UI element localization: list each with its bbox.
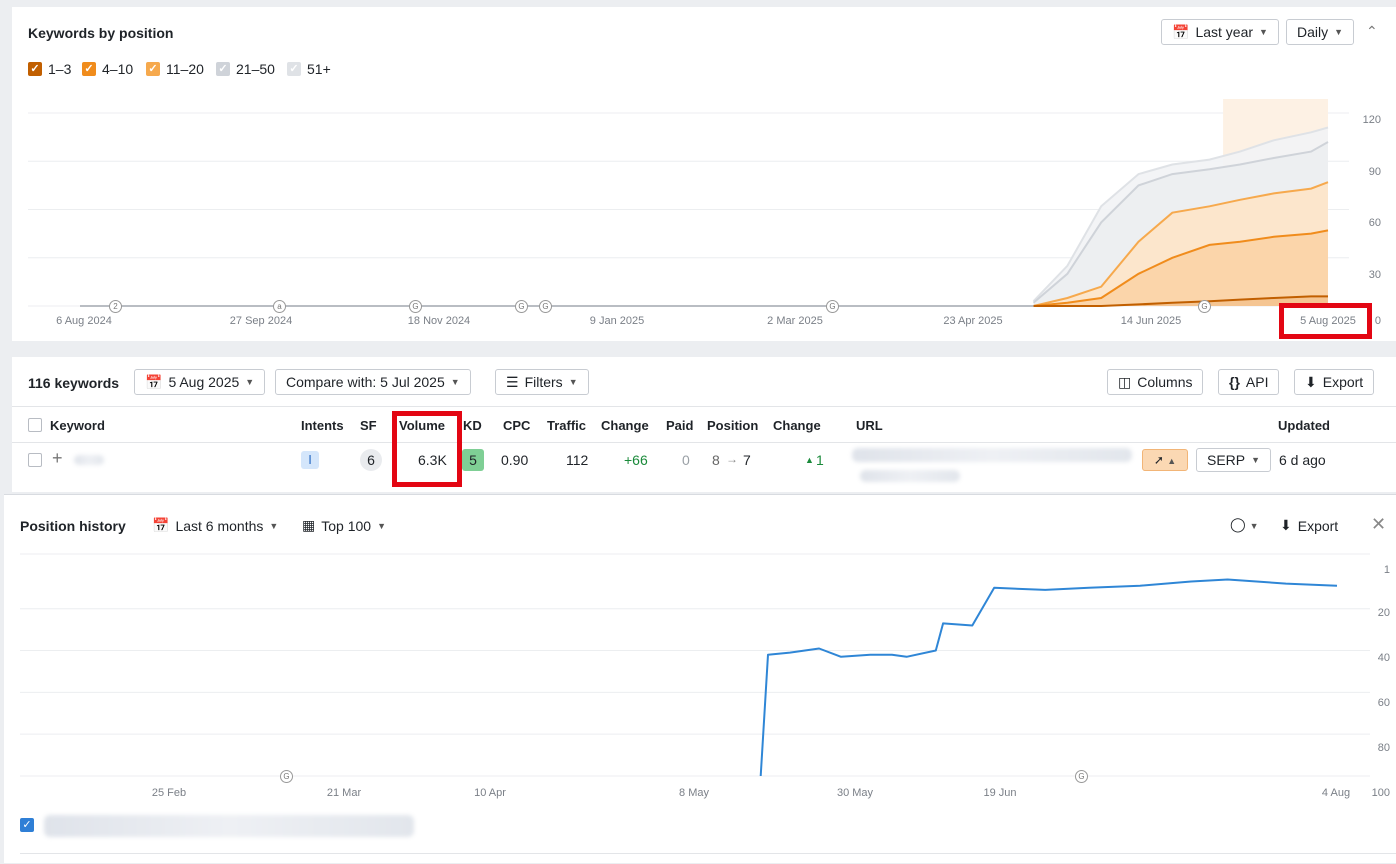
event-marker-icon: G bbox=[539, 300, 552, 313]
event-marker-icon: 2 bbox=[109, 300, 122, 313]
y-tick-label: 20 bbox=[1377, 607, 1390, 619]
filters-button[interactable]: ☰ Filters ▼ bbox=[495, 369, 589, 395]
url-text-blurred-2[interactable] bbox=[860, 470, 960, 482]
series-checkbox[interactable]: ✓ bbox=[20, 818, 34, 832]
y-tick-label: 120 bbox=[1362, 114, 1381, 126]
y-tick-label: 80 bbox=[1377, 742, 1390, 754]
braces-icon: {} bbox=[1229, 374, 1240, 390]
keyword-count: 116 keywords bbox=[28, 375, 120, 391]
chevron-down-icon: ▼ bbox=[1251, 455, 1261, 465]
header-updated[interactable]: Updated bbox=[1278, 418, 1330, 433]
header-keyword[interactable]: Keyword bbox=[50, 418, 105, 433]
select-all-checkbox[interactable] bbox=[28, 418, 42, 432]
columns-button[interactable]: ◫ Columns bbox=[1107, 369, 1204, 395]
event-marker-icon: G bbox=[515, 300, 528, 313]
y-tick-label: 40 bbox=[1377, 652, 1390, 664]
position-history-panel: Position history 📅 Last 6 months ▼ ▦ Top… bbox=[4, 494, 1396, 863]
filter-icon: ☰ bbox=[506, 373, 519, 390]
event-marker-icon: G bbox=[826, 300, 839, 313]
header-position[interactable]: Position bbox=[707, 418, 758, 433]
keywords-by-position-panel: Keywords by position 📅 Last year ▼ Daily… bbox=[12, 7, 1396, 341]
kd-badge: 5 bbox=[462, 449, 484, 471]
triangle-up-icon: ▲ bbox=[805, 455, 814, 465]
event-marker-icon: G bbox=[409, 300, 422, 313]
header-change[interactable]: Change bbox=[601, 418, 649, 433]
serp-button[interactable]: SERP ▼ bbox=[1196, 448, 1272, 472]
x-tick-label: 4 Aug bbox=[1321, 787, 1351, 799]
keyword-text-blurred[interactable] bbox=[74, 455, 104, 465]
y-tick-label: 90 bbox=[1368, 166, 1381, 178]
x-tick-label: 18 Nov 2024 bbox=[407, 315, 471, 327]
keywords-area-chart bbox=[28, 99, 1349, 307]
url-text-blurred[interactable] bbox=[852, 448, 1132, 462]
highlight-box-volume bbox=[392, 411, 462, 487]
arrow-right-icon: → bbox=[726, 452, 738, 466]
header-url[interactable]: URL bbox=[856, 418, 883, 433]
event-marker-icon: G bbox=[1075, 770, 1088, 783]
header-intents[interactable]: Intents bbox=[301, 418, 344, 433]
trend-icon: ➚ bbox=[1153, 453, 1164, 467]
download-icon: ⬇ bbox=[1305, 373, 1317, 390]
x-tick-label: 27 Sep 2024 bbox=[229, 315, 293, 327]
y-tick-label: 1 bbox=[1383, 564, 1390, 576]
header-kd[interactable]: KD bbox=[463, 418, 482, 433]
x-tick-label: 2 Mar 2025 bbox=[767, 315, 823, 327]
y-tick-label: 100 bbox=[1371, 787, 1390, 799]
y-tick-label: 60 bbox=[1368, 217, 1381, 229]
event-marker-icon: a bbox=[273, 300, 286, 313]
table-row-divider bbox=[12, 442, 1396, 443]
updated-value: 6 d ago bbox=[1279, 452, 1326, 468]
chevron-up-icon: ▲ bbox=[1167, 456, 1177, 466]
header-cpc[interactable]: CPC bbox=[503, 418, 530, 433]
x-tick-label: 10 Apr bbox=[474, 787, 506, 799]
chevron-down-icon: ▼ bbox=[245, 377, 255, 387]
event-marker-icon: G bbox=[280, 770, 293, 783]
bottom-divider bbox=[20, 853, 1396, 854]
header-paid[interactable]: Paid bbox=[666, 418, 693, 433]
sf-badge[interactable]: 6 bbox=[360, 449, 382, 471]
chevron-down-icon: ▼ bbox=[450, 377, 460, 387]
x-tick-label: 30 May bbox=[836, 787, 874, 799]
cpc-value: 0.90 bbox=[501, 452, 529, 468]
paid-value: 0 bbox=[682, 452, 690, 468]
header-sf[interactable]: SF bbox=[360, 418, 377, 433]
row-checkbox[interactable] bbox=[28, 453, 42, 467]
x-tick-label: 25 Feb bbox=[151, 787, 187, 799]
position-from: 8 bbox=[712, 452, 720, 468]
api-button[interactable]: {} API bbox=[1218, 369, 1280, 395]
export-button[interactable]: ⬇ Export bbox=[1294, 369, 1375, 395]
header-position-change[interactable]: Change bbox=[773, 418, 821, 433]
x-tick-label: 9 Jan 2025 bbox=[589, 315, 645, 327]
compare-button[interactable]: Compare with: 5 Jul 2025 ▼ bbox=[275, 369, 471, 395]
x-tick-label: 6 Aug 2024 bbox=[56, 315, 112, 327]
x-tick-label: 8 May bbox=[679, 787, 709, 799]
position-history-chart bbox=[20, 553, 1370, 777]
header-traffic[interactable]: Traffic bbox=[547, 418, 586, 433]
x-tick-label: 14 Jun 2025 bbox=[1120, 315, 1182, 327]
x-tick-label: 19 Jun bbox=[983, 787, 1017, 799]
event-marker-icon: G bbox=[1198, 300, 1211, 313]
series-label-blurred bbox=[44, 815, 414, 837]
y-tick-label: 60 bbox=[1377, 697, 1390, 709]
traffic-change-value: +66 bbox=[624, 452, 648, 468]
chevron-down-icon: ▼ bbox=[568, 377, 578, 387]
table-header-divider bbox=[12, 406, 1396, 407]
trend-chart-button[interactable]: ➚ ▲ bbox=[1142, 449, 1188, 471]
traffic-value: 112 bbox=[566, 452, 589, 468]
position-to: 7 bbox=[743, 452, 751, 468]
date-select-button[interactable]: 📅 5 Aug 2025 ▼ bbox=[134, 369, 266, 395]
x-tick-label: 23 Apr 2025 bbox=[943, 315, 1003, 327]
highlight-box-date bbox=[1279, 303, 1372, 339]
columns-icon: ◫ bbox=[1118, 373, 1132, 390]
plus-icon[interactable]: + bbox=[52, 448, 63, 469]
y-tick-label: 30 bbox=[1368, 269, 1381, 281]
intent-badge: I bbox=[301, 451, 319, 469]
calendar-icon: 📅 bbox=[145, 373, 163, 390]
x-tick-label: 21 Mar bbox=[326, 787, 362, 799]
position-change-value: 1 bbox=[816, 452, 824, 468]
